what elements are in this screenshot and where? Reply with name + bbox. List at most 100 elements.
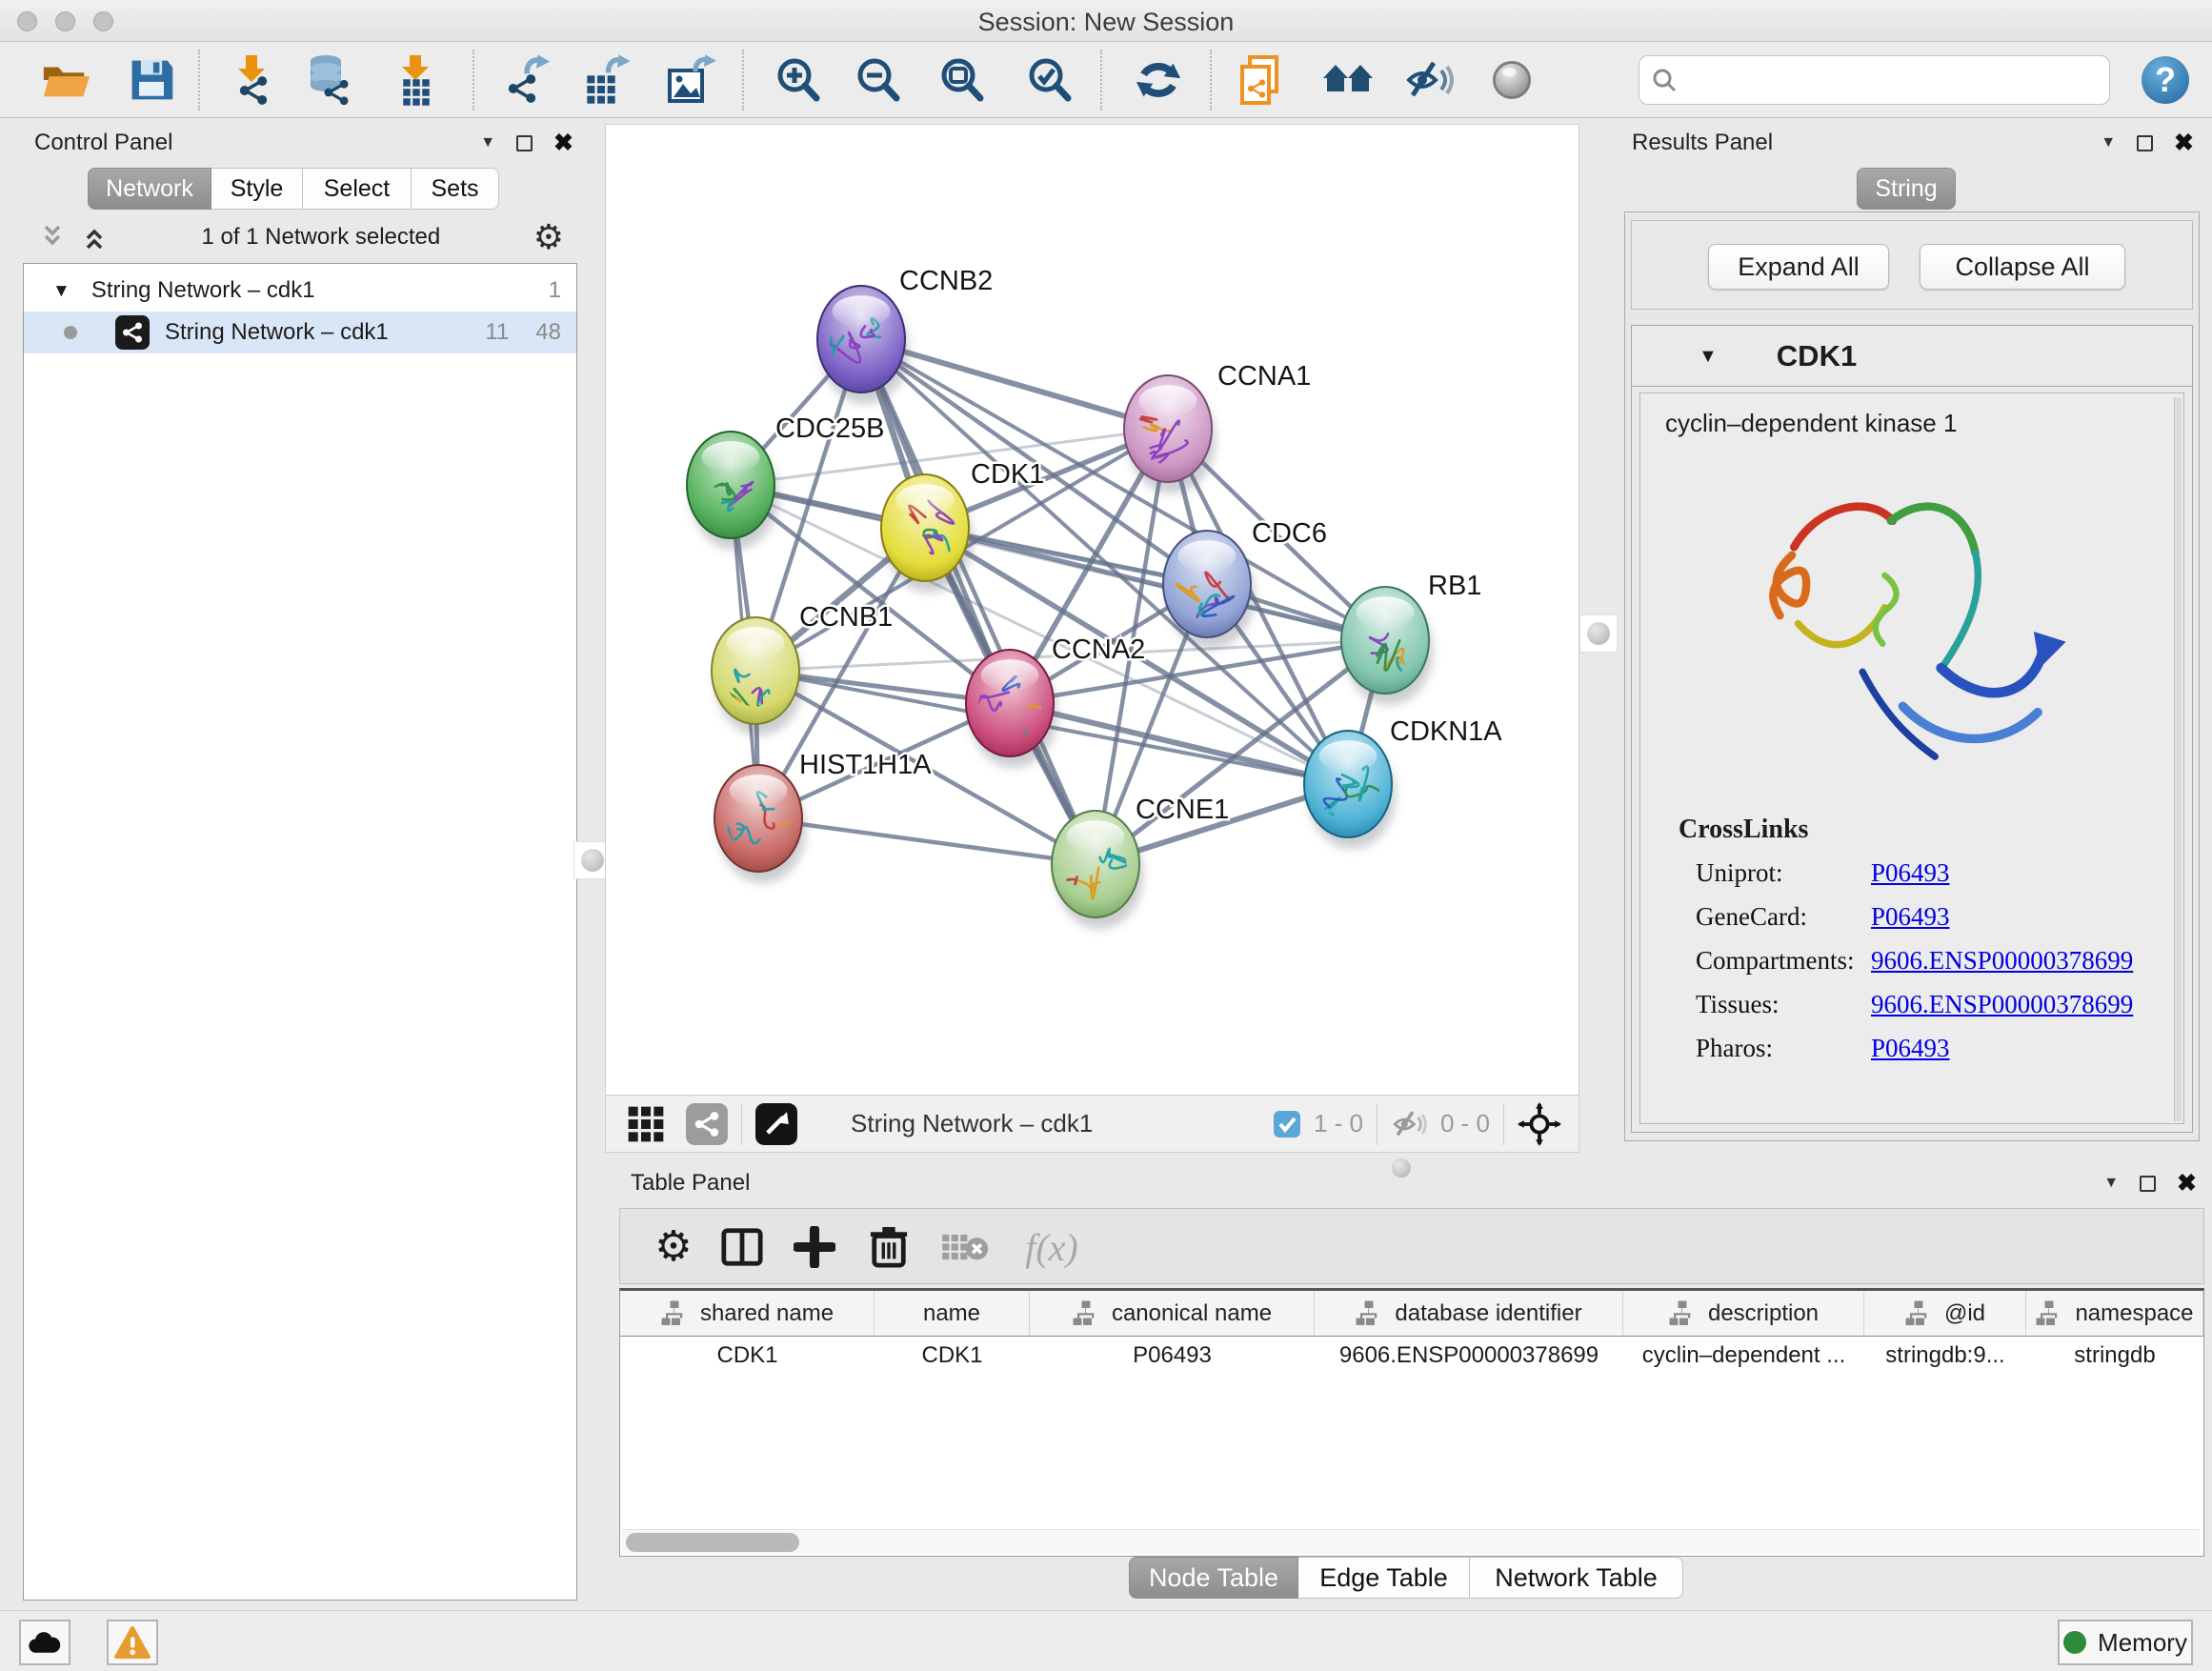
zoom-out-button[interactable] [850,51,907,109]
gene-section-header[interactable]: ▼ CDK1 [1632,326,2192,387]
node-HIST1H1A[interactable]: HIST1H1A [714,750,932,883]
import-network-from-database-button[interactable] [299,51,356,109]
expand-all-networks-icon[interactable] [38,223,67,252]
crosslink-link[interactable]: P06493 [1871,1034,1950,1063]
table-cell[interactable]: CDK1 [875,1337,1030,1375]
selected-checkbox-icon[interactable] [1272,1109,1302,1139]
panel-close-icon[interactable]: ✖ [2177,1172,2197,1196]
node-CDK1[interactable]: CDK1 [881,459,1044,593]
panel-float-icon[interactable] [2140,1176,2156,1192]
hide-annotations-button[interactable] [1401,51,1458,109]
node-CDC6[interactable]: CDC6 [1163,518,1327,649]
zoom-selected-button[interactable] [1021,51,1078,109]
show-glass-ball-button[interactable] [1483,51,1540,109]
expand-all-button[interactable]: Expand All [1708,244,1889,290]
delete-table-button[interactable] [938,1220,992,1274]
string-network-icon [115,315,150,350]
column-header-name[interactable]: name [875,1291,1030,1336]
birdseye-view-icon[interactable] [755,1103,797,1145]
table-cell[interactable]: CDK1 [620,1337,875,1375]
function-builder-button[interactable]: f(x) [1009,1220,1095,1274]
zoom-in-button[interactable] [770,51,827,109]
grid-view-icon[interactable] [627,1105,665,1143]
edge-CCNB2-CCNE1[interactable] [861,339,1096,864]
network-options-gear-icon[interactable]: ⚙ [533,220,564,254]
zoom-fit-button[interactable] [934,51,991,109]
network-collection-row[interactable]: ▼ String Network – cdk1 1 [24,270,576,312]
node-RB1[interactable]: RB1 [1341,571,1481,705]
crosslink-link[interactable]: P06493 [1871,858,1950,888]
tab-style[interactable]: Style [211,168,303,210]
tab-string[interactable]: String [1857,168,1956,210]
show-columns-button[interactable] [715,1220,769,1274]
crosslink-link[interactable]: P06493 [1871,902,1950,932]
panel-menu-icon[interactable]: ▼ [480,135,495,151]
edge-HIST1H1A-CCNE1[interactable] [758,818,1096,864]
table-hscrollbar[interactable] [622,1529,2200,1554]
panel-menu-icon[interactable]: ▼ [2101,135,2116,151]
delete-column-button[interactable] [862,1220,915,1274]
panel-float-icon[interactable] [516,135,533,151]
node-CDKN1A[interactable]: CDKN1A [1304,716,1502,849]
column-header-canonical-name[interactable]: canonical name [1030,1291,1315,1336]
table-hscrollbar-thumb[interactable] [626,1533,799,1552]
panel-close-icon[interactable]: ✖ [2174,131,2194,155]
create-column-button[interactable] [788,1220,841,1274]
memory-button[interactable]: Memory [2058,1620,2193,1665]
open-session-button[interactable] [37,51,94,109]
tree-expand-icon[interactable]: ▼ [52,282,70,300]
node-CCNE1[interactable]: CCNE1 [1052,795,1229,929]
collapse-all-button[interactable]: Collapse All [1920,244,2125,290]
table-cell[interactable]: stringdb [2026,1337,2203,1375]
tab-network-table[interactable]: Network Table [1470,1557,1683,1599]
help-button[interactable]: ? [2137,51,2194,109]
collapse-all-networks-icon[interactable] [80,223,109,252]
panel-menu-icon[interactable]: ▼ [2103,1176,2119,1191]
cloud-button[interactable] [19,1620,70,1665]
node-CCNB2[interactable]: CCNB2 [817,266,993,404]
export-table-button[interactable] [580,51,637,109]
column-header-description[interactable]: description [1623,1291,1864,1336]
column-header-namespace[interactable]: namespace [2026,1291,2203,1336]
network-label: String Network – cdk1 [165,319,389,346]
crosslink-link[interactable]: 9606.ENSP00000378699 [1871,946,2133,976]
save-session-button[interactable] [123,51,180,109]
export-image-button[interactable] [664,51,721,109]
column-header--id[interactable]: @id [1864,1291,2026,1336]
table-cell[interactable]: cyclin–dependent ... [1623,1337,1864,1375]
panel-float-icon[interactable] [2137,135,2153,151]
tab-sets[interactable]: Sets [412,168,499,210]
column-header-database-identifier[interactable]: database identifier [1315,1291,1623,1336]
tab-node-table[interactable]: Node Table [1129,1557,1298,1599]
clone-network-button[interactable] [1235,51,1292,109]
table-cell[interactable]: stringdb:9... [1864,1337,2026,1375]
tab-edge-table[interactable]: Edge Table [1298,1557,1470,1599]
table-cell[interactable]: P06493 [1030,1337,1315,1375]
import-network-button[interactable] [223,51,280,109]
search-input[interactable] [1639,55,2110,105]
tab-network[interactable]: Network [88,168,211,210]
export-network-button[interactable] [500,51,557,109]
node-CCNA2[interactable]: CCNA2 [966,634,1145,768]
warnings-button[interactable] [107,1620,158,1665]
network-row-selected[interactable]: String Network – cdk1 11 48 [24,312,576,353]
table-row[interactable]: CDK1CDK1P064939606.ENSP00000378699cyclin… [620,1337,2203,1375]
tab-select[interactable]: Select [303,168,412,210]
refresh-button[interactable] [1130,51,1187,109]
toolbar-separator [198,50,200,111]
crosshair-icon[interactable] [1518,1102,1561,1146]
table-options-button[interactable]: ⚙ [647,1220,700,1274]
network-canvas[interactable]: CCNB2CCNA1CDC25BCDK1CDC6RB1CCNB1CCNA2CDK… [606,125,1579,1095]
import-table-button[interactable] [387,51,444,109]
table-cell[interactable]: 9606.ENSP00000378699 [1315,1337,1623,1375]
results-scrollbar[interactable] [2174,397,2182,1121]
gene-name: CDK1 [1777,339,1857,373]
panel-close-icon[interactable]: ✖ [553,131,573,155]
node-CCNA1[interactable]: CCNA1 [1124,361,1311,493]
section-collapse-icon[interactable]: ▼ [1699,347,1718,366]
right-sash-handle[interactable] [1579,614,1618,653]
crosslink-link[interactable]: 9606.ENSP00000378699 [1871,990,2133,1019]
share-view-icon[interactable] [686,1103,728,1145]
column-header-shared-name[interactable]: shared name [620,1291,875,1336]
full-network-view-button[interactable] [1319,51,1377,109]
